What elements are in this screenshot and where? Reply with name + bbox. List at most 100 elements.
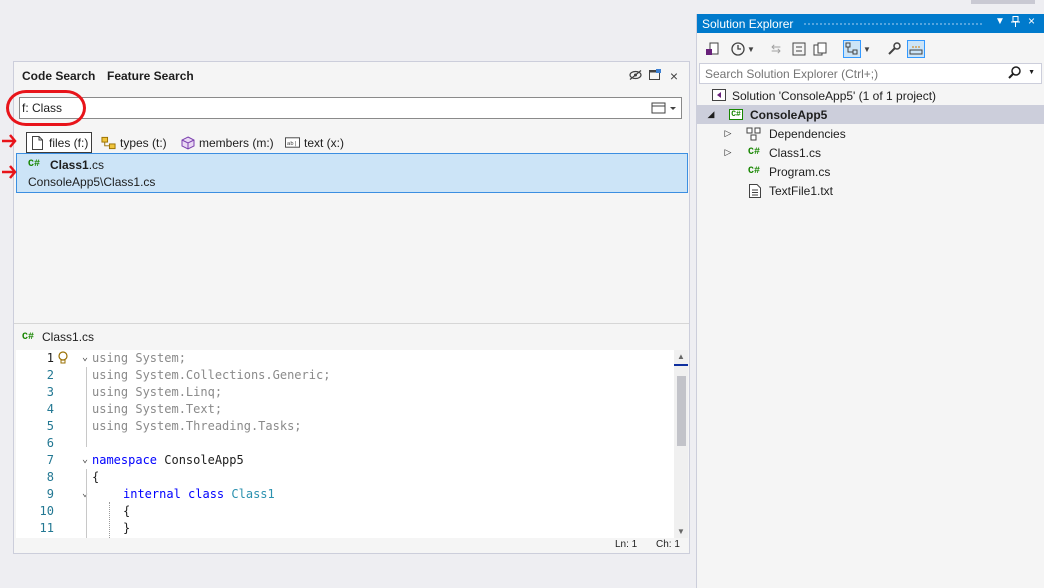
code-line: { <box>92 470 100 484</box>
lightbulb-icon[interactable] <box>57 351 69 368</box>
search-scope-dropdown[interactable] <box>649 100 679 116</box>
collapse-icon[interactable]: ⌄ <box>82 454 88 465</box>
textfile-label: TextFile1.txt <box>769 183 834 198</box>
result-file-name: Class1.cs <box>50 158 105 172</box>
filter-members[interactable]: members (m:) <box>177 132 277 153</box>
file-icon <box>30 135 45 150</box>
code-search-tabs: Code Search Feature Search × <box>14 62 689 90</box>
code-line: { <box>123 504 131 518</box>
filter-files[interactable]: files (f:) <box>26 132 93 153</box>
code-line: using System.Collections.Generic; <box>92 368 331 382</box>
dock-window-icon[interactable] <box>648 69 662 83</box>
text-field-icon: ab| <box>285 135 300 150</box>
result-file-path: ConsoleApp5\Class1.cs <box>28 175 156 189</box>
fold-guide <box>86 469 87 538</box>
program-label: Program.cs <box>769 164 831 179</box>
filter-members-label: members (m:) <box>199 135 274 150</box>
collapsed-arrow-icon[interactable]: ▷ <box>723 147 733 158</box>
tree-item-textfile[interactable]: TextFile1.txt <box>697 181 1044 200</box>
types-icon <box>101 135 116 150</box>
pin-icon[interactable] <box>1011 16 1020 30</box>
search-icon[interactable] <box>1008 66 1021 82</box>
close-icon[interactable]: × <box>667 69 681 83</box>
tree-item-program[interactable]: C# Program.cs <box>697 162 1044 181</box>
hide-preview-icon[interactable] <box>628 69 642 83</box>
switch-views-icon[interactable] <box>703 40 721 58</box>
caret-position-marker <box>674 364 688 366</box>
tree-item-project[interactable]: ◢ C# ConsoleApp5 <box>697 105 1044 124</box>
code-line: using System.Text; <box>92 402 223 416</box>
svg-text:ab|: ab| <box>287 141 297 147</box>
csharp-project-icon: C# <box>729 109 743 120</box>
cube-icon <box>180 135 195 150</box>
code-line: internal class Class1 <box>123 487 275 501</box>
scroll-down-icon[interactable]: ▼ <box>677 527 685 536</box>
dependencies-icon <box>746 126 762 142</box>
annotation-arrows <box>2 134 17 179</box>
filter-types[interactable]: types (t:) <box>98 132 170 153</box>
show-all-files-icon[interactable] <box>811 40 829 58</box>
chevron-down-icon[interactable]: ▼ <box>862 40 872 58</box>
tab-code-search[interactable]: Code Search <box>22 69 95 83</box>
solution-explorer-search[interactable]: ▼ <box>699 63 1042 84</box>
solution-explorer-title: Solution Explorer <box>702 17 794 31</box>
solution-search-input[interactable] <box>705 66 1005 81</box>
text-file-icon <box>747 183 763 199</box>
code-editor[interactable]: 1 2 3 4 5 6 7 8 9 10 11 ⌄ ⌄ ⌄ using Syst… <box>16 350 688 538</box>
scrollbar-thumb[interactable] <box>677 376 686 446</box>
code-line: using System.Linq; <box>92 385 223 399</box>
search-result-item[interactable]: C# Class1.cs ConsoleApp5\Class1.cs <box>16 153 688 193</box>
solution-explorer-panel: Solution Explorer ▼ × ▼ ⇆ ▼ Search Solut… <box>696 14 1044 588</box>
line-number: 1 <box>46 351 54 365</box>
line-number: 11 <box>39 521 54 535</box>
pending-changes-icon[interactable] <box>729 40 747 58</box>
status-column: Ch: 1 <box>656 539 680 550</box>
chevron-down-icon[interactable]: ▼ <box>746 40 756 58</box>
properties-wrench-icon[interactable] <box>885 40 903 58</box>
collapse-all-icon[interactable] <box>790 40 808 58</box>
collapsed-arrow-icon[interactable]: ▷ <box>723 128 733 139</box>
solution-explorer-toolbar: ▼ ⇆ ▼ <box>697 36 1044 62</box>
preview-pane-icon[interactable] <box>907 40 925 58</box>
code-line: using System.Threading.Tasks; <box>92 419 302 433</box>
tab-feature-search[interactable]: Feature Search <box>107 69 194 83</box>
tree-item-class1[interactable]: ▷ C# Class1.cs <box>697 143 1044 162</box>
solution-icon <box>711 88 727 104</box>
status-line: Ln: 1 <box>615 539 638 550</box>
window-menu-icon[interactable]: ▼ <box>995 16 1005 27</box>
search-filter-bar: files (f:) types (t:) members (m:) ab| t… <box>14 132 674 154</box>
tree-item-solution[interactable]: Solution 'ConsoleApp5' (1 of 1 project) <box>697 86 1044 105</box>
code-line: } <box>123 521 131 535</box>
line-number: 7 <box>46 453 54 467</box>
title-grip <box>803 22 983 26</box>
solution-explorer-titlebar[interactable]: Solution Explorer ▼ × <box>697 14 1044 33</box>
preview-selected-items-icon[interactable] <box>843 40 861 58</box>
fold-guide <box>86 367 87 447</box>
editor-vertical-scrollbar[interactable]: ▲ ▼ <box>674 350 688 538</box>
expanded-arrow-icon[interactable]: ◢ <box>706 109 716 120</box>
tree-item-dependencies[interactable]: ▷ Dependencies <box>697 124 1044 143</box>
scroll-up-icon[interactable]: ▲ <box>677 352 685 361</box>
preview-file-name[interactable]: Class1.cs <box>42 330 94 344</box>
sync-icon: ⇆ <box>770 42 782 56</box>
filter-text[interactable]: ab| text (x:) <box>282 132 347 153</box>
line-number: 3 <box>46 385 54 399</box>
indent-guide <box>109 502 110 538</box>
code-search-input[interactable] <box>22 100 642 116</box>
code-search-box[interactable] <box>19 97 682 119</box>
line-number: 8 <box>46 470 54 484</box>
line-number: 10 <box>39 504 54 518</box>
preview-header: C# Class1.cs <box>22 330 94 344</box>
csharp-file-icon: C# <box>747 147 760 158</box>
project-label: ConsoleApp5 <box>750 107 828 122</box>
close-icon[interactable]: × <box>1028 14 1035 28</box>
line-number: 2 <box>46 368 54 382</box>
line-number: 9 <box>46 487 54 501</box>
annotation-circle <box>6 90 86 126</box>
dependencies-label: Dependencies <box>769 126 846 141</box>
chevron-down-icon[interactable]: ▼ <box>1028 69 1035 76</box>
collapse-icon[interactable]: ⌄ <box>82 352 88 363</box>
line-number: 4 <box>46 402 54 416</box>
line-number: 5 <box>46 419 54 433</box>
code-line: namespace ConsoleApp5 <box>92 453 244 467</box>
